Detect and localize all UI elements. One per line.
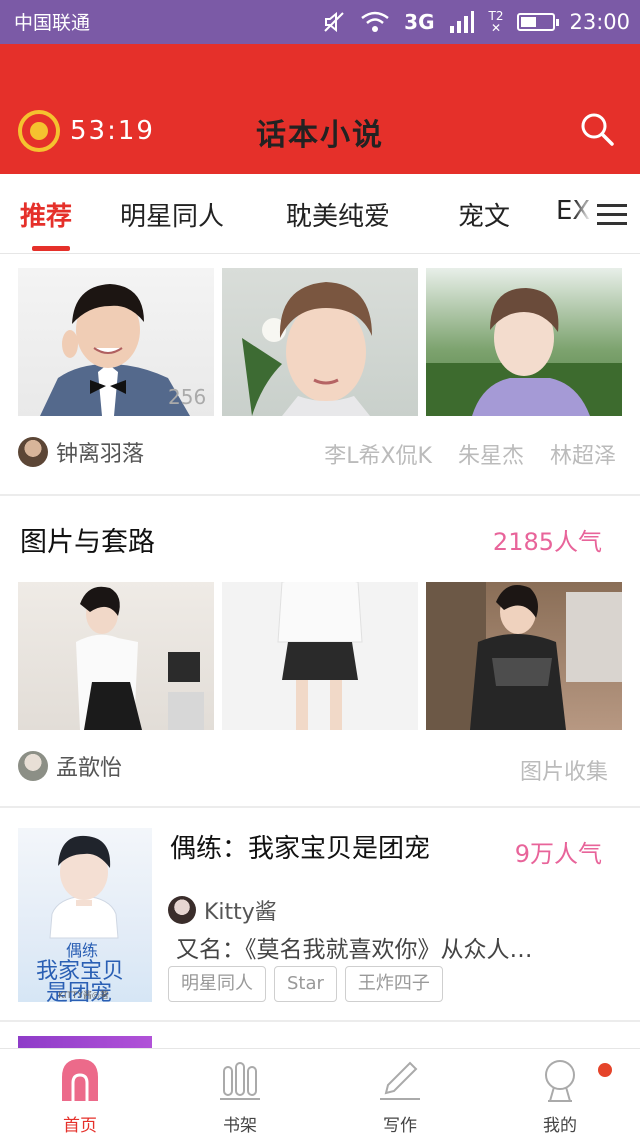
sim2-no-signal-icon: T2 ✕ bbox=[488, 9, 504, 35]
app-header bbox=[0, 44, 640, 174]
pen-icon bbox=[378, 1057, 422, 1103]
novel-tags: 明星同人 Star 王炸四子 bbox=[168, 966, 443, 1002]
tag[interactable]: 王炸四子 bbox=[344, 966, 443, 1002]
card2-image-3[interactable] bbox=[426, 582, 622, 730]
nav-home[interactable]: 首页 bbox=[20, 1057, 140, 1136]
feed-card-1[interactable]: 256 钟离羽落 李L希X侃K 朱星杰 林超泽 bbox=[0, 254, 640, 494]
search-icon[interactable] bbox=[580, 112, 614, 146]
signal-icon bbox=[449, 11, 474, 33]
tab-recommended[interactable]: 推荐 bbox=[20, 196, 72, 233]
tag[interactable]: 林超泽 bbox=[550, 438, 616, 470]
bottom-navigation: 首页 书架 写作 我的 bbox=[0, 1048, 640, 1138]
cover-title-1: 偶练 bbox=[66, 941, 98, 960]
card1-image-2[interactable] bbox=[222, 268, 418, 416]
card2-author[interactable]: 孟歆怡 bbox=[18, 750, 122, 782]
card2-image-1[interactable] bbox=[18, 582, 214, 730]
novel-popularity: 9万人气 bbox=[514, 840, 602, 868]
card2-title: 图片与套路 bbox=[20, 527, 155, 558]
author-name: 钟离羽落 bbox=[56, 442, 145, 467]
status-icons: 3G T2 ✕ 23:00 bbox=[322, 6, 630, 38]
battery-icon bbox=[517, 13, 560, 31]
author-name: 孟歆怡 bbox=[56, 756, 123, 781]
clock: 23:00 bbox=[569, 10, 630, 34]
avatar bbox=[18, 437, 48, 467]
tag[interactable]: 图片收集 bbox=[520, 754, 608, 786]
profile-icon bbox=[538, 1057, 582, 1103]
novel-title[interactable]: 偶练：我家宝贝是团宠 bbox=[170, 828, 430, 865]
tab-pampering[interactable]: 宠文 bbox=[458, 196, 510, 233]
novel-author[interactable]: Kitty酱 bbox=[168, 894, 277, 926]
nav-write[interactable]: 写作 bbox=[340, 1057, 460, 1136]
status-bar: 中国联通 3G T2 ✕ 23:00 bbox=[0, 0, 640, 44]
tab-boys-love[interactable]: 耽美纯爱 bbox=[286, 196, 390, 233]
author-name: Kitty酱 bbox=[204, 900, 277, 925]
notification-badge bbox=[598, 1063, 612, 1077]
card2-image-2[interactable] bbox=[222, 582, 418, 730]
active-tab-indicator bbox=[32, 246, 70, 251]
category-tabs: 推荐 明星同人 耽美纯爱 宠文 EX( bbox=[0, 174, 640, 254]
bookshelf-icon bbox=[218, 1057, 262, 1103]
tag[interactable]: Star bbox=[274, 966, 337, 1002]
avatar bbox=[18, 751, 48, 781]
divider bbox=[0, 806, 640, 808]
cover-author: KITTY酱◎著 bbox=[58, 991, 109, 1001]
nav-label: 书架 bbox=[223, 1116, 257, 1136]
menu-icon[interactable] bbox=[592, 198, 632, 232]
nav-bookshelf[interactable]: 书架 bbox=[180, 1057, 300, 1136]
next-item-cover[interactable] bbox=[18, 1036, 152, 1048]
tag[interactable]: 明星同人 bbox=[168, 966, 266, 1002]
tag[interactable]: 李L希X侃K bbox=[324, 438, 432, 470]
feed-card-2[interactable]: 图片与套路 2185人气 孟歆怡 图片收集 bbox=[0, 496, 640, 808]
avatar bbox=[168, 896, 196, 924]
card1-image-3[interactable] bbox=[426, 268, 622, 416]
image-watermark: 256 bbox=[168, 385, 206, 409]
wifi-icon bbox=[361, 11, 389, 32]
app-title: 话本小说 bbox=[256, 118, 384, 153]
tab-celebrity-fanfic[interactable]: 明星同人 bbox=[120, 196, 224, 233]
novel-cover[interactable]: 偶练 我家宝贝 是团宠 KITTY酱◎著 bbox=[18, 828, 152, 1002]
divider bbox=[0, 1020, 640, 1022]
tag[interactable]: 朱星杰 bbox=[458, 438, 524, 470]
novel-description: 又名：《莫名我就喜欢你》从众人… bbox=[176, 937, 533, 963]
network-type: 3G bbox=[404, 10, 435, 34]
card1-author[interactable]: 钟离羽落 bbox=[18, 436, 144, 468]
card1-image-1[interactable]: 256 bbox=[18, 268, 214, 416]
home-icon bbox=[58, 1057, 102, 1103]
nav-label: 写作 bbox=[383, 1116, 417, 1136]
carrier-label: 中国联通 bbox=[14, 12, 91, 34]
card1-tags: 李L希X侃K 朱星杰 林超泽 bbox=[324, 438, 616, 470]
card2-popularity: 2185人气 bbox=[492, 528, 602, 556]
nav-label: 我的 bbox=[543, 1116, 577, 1136]
mute-icon bbox=[324, 11, 344, 33]
card2-tags: 图片收集 bbox=[520, 754, 608, 786]
nav-label: 首页 bbox=[63, 1116, 97, 1136]
